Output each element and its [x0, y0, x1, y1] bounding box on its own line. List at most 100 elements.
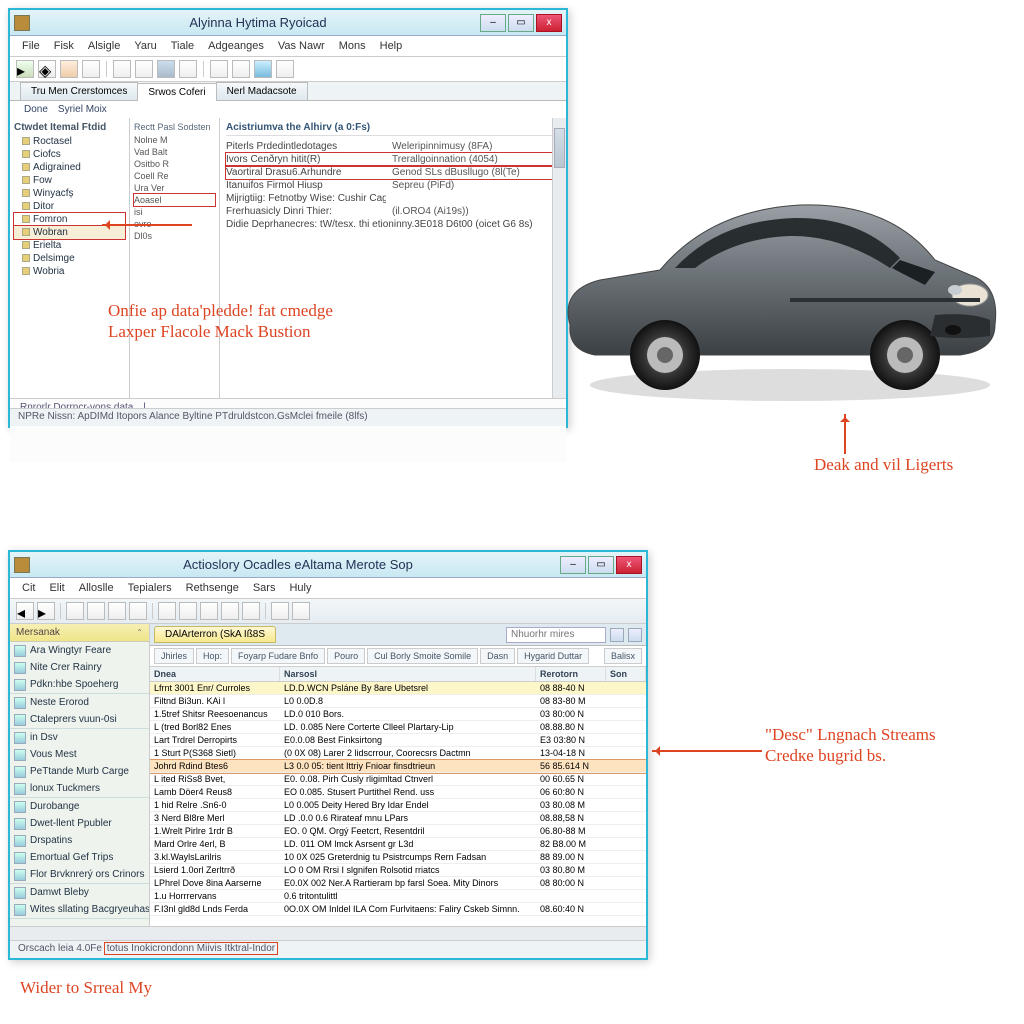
midcol-line-highlighted[interactable]: Aoasel: [134, 194, 215, 206]
sidepanel-group-header[interactable]: Mersanak⌃: [10, 624, 149, 642]
tool-icon-11[interactable]: [254, 60, 272, 78]
sidebar-item[interactable]: Durobange: [10, 798, 149, 815]
maximize-button[interactable]: ▭: [508, 14, 534, 32]
search-icon[interactable]: [610, 628, 624, 642]
sidebar-item[interactable]: Drspatins: [10, 832, 149, 849]
midcol-line[interactable]: Vad Balt: [134, 146, 215, 158]
tree-node[interactable]: Erielta: [14, 239, 125, 252]
midcol-line[interactable]: Nolne M: [134, 134, 215, 146]
menu-fisk[interactable]: Fisk: [48, 38, 80, 54]
filter-seg[interactable]: Hygarid Duttar: [517, 648, 589, 664]
sidebar-item[interactable]: PeTtande Murb Carge: [10, 763, 149, 780]
tab-madacsote[interactable]: Nerl Madacsote: [216, 82, 308, 100]
filter-seg[interactable]: Hop:: [196, 648, 229, 664]
sidebar-item[interactable]: Pdkn:hbe Spoeherg: [10, 676, 149, 693]
table-row[interactable]: Lart Trdrel DerropirtsE0.0.08 Best Finks…: [150, 734, 646, 747]
tool-icon[interactable]: [221, 602, 239, 620]
menu-tepialers[interactable]: Tepialers: [122, 580, 178, 596]
menu-alsigle[interactable]: Alsigle: [82, 38, 126, 54]
menu-alloslle[interactable]: Alloslle: [73, 580, 120, 596]
sidebar-item[interactable]: Flor Brvknrerý ors Crinors: [10, 866, 149, 883]
filter-seg[interactable]: Foyarp Fudare Bnfo: [231, 648, 325, 664]
tab-srwos-coferi[interactable]: Srwos Coferi: [137, 83, 216, 101]
tool-icon[interactable]: [200, 602, 218, 620]
midcol-line[interactable]: Coell Re: [134, 170, 215, 182]
midcol-line[interactable]: Ositbo R: [134, 158, 215, 170]
menu-elit[interactable]: Elit: [43, 580, 70, 596]
table-row[interactable]: Filtnd Bi3un. KAi lL0 0.0D.808 83-80 M: [150, 695, 646, 708]
tool-icon[interactable]: [87, 602, 105, 620]
tool-icon-8[interactable]: [179, 60, 197, 78]
nav-back-icon[interactable]: ◂: [16, 602, 34, 620]
tool-icon[interactable]: [129, 602, 147, 620]
midcol-line[interactable]: isi: [134, 206, 215, 218]
sidebar-item[interactable]: Wites sllating Bacgryeuhasy: [10, 901, 149, 918]
table-row[interactable]: Lamb Döer4 Reus8EO 0.085. Stusert Purtit…: [150, 786, 646, 799]
col-dnea[interactable]: Dnea: [150, 667, 280, 681]
table-row[interactable]: 1.Wrelt Pirlre 1rdr BEO. 0 QM. Orgý Feet…: [150, 825, 646, 838]
menu-sars[interactable]: Sars: [247, 580, 282, 596]
sidebar-item[interactable]: Emortual Gef Trips: [10, 849, 149, 866]
tree-node[interactable]: Roctasel: [14, 135, 125, 148]
sidebar-item[interactable]: Nite Crer Rainry: [10, 659, 149, 676]
tool-icon[interactable]: [179, 602, 197, 620]
tree-node[interactable]: Fow: [14, 174, 125, 187]
menu-vasnawr[interactable]: Vas Nawr: [272, 38, 331, 54]
sidebar-item[interactable]: Dwet-llent Ppubler: [10, 815, 149, 832]
table-row[interactable]: Lsierd 1.0orl ZerltrrðLO 0 OM Rrsi I slg…: [150, 864, 646, 877]
nav-back-icon[interactable]: ▸: [16, 60, 34, 78]
document-tab-active[interactable]: DAlArterron (SkA Iß8S: [154, 626, 276, 643]
tool-icon-10[interactable]: [232, 60, 250, 78]
tree-node[interactable]: Winyacfș: [14, 187, 125, 200]
tree-node[interactable]: Ditor: [14, 200, 125, 213]
sidebar-item[interactable]: Damwt Bleby: [10, 884, 149, 901]
maximize-button[interactable]: ▭: [588, 556, 614, 574]
tool-icon[interactable]: [292, 602, 310, 620]
filter-seg[interactable]: Jhirles: [154, 648, 194, 664]
close-button[interactable]: x: [616, 556, 642, 574]
tree-node[interactable]: Wobria: [14, 265, 125, 278]
nav-fwd-icon[interactable]: ▸: [37, 602, 55, 620]
menu-yaru[interactable]: Yaru: [128, 38, 162, 54]
table-row[interactable]: Johrd Rdind Btes6L3 0.0 05: tient Ittriy…: [150, 760, 646, 773]
menu-cit[interactable]: Cit: [16, 580, 41, 596]
filter-icon[interactable]: [628, 628, 642, 642]
tool-icon-4[interactable]: [82, 60, 100, 78]
table-row[interactable]: 1.u Horrrervans0.6 tritontulittl: [150, 890, 646, 903]
tool-icon-9[interactable]: [210, 60, 228, 78]
menu-tiale[interactable]: Tiale: [165, 38, 200, 54]
sidebar-item[interactable]: Ctaleprers vuun-0si: [10, 711, 149, 728]
table-row[interactable]: 1.5tref Shitsr ReesoenancusLD.0 010 Bors…: [150, 708, 646, 721]
table-row[interactable]: 3.kl.WaylsLarilris10 0X 025 Greterdnig t…: [150, 851, 646, 864]
tab-crerstomces[interactable]: Tru Men Crerstomces: [20, 82, 138, 100]
filter-seg[interactable]: Balisx: [604, 648, 642, 664]
tool-icon-12[interactable]: [276, 60, 294, 78]
table-row[interactable]: 3 Nerd Bl8re MerlLD .0.0 0.6 Rirateaf mn…: [150, 812, 646, 825]
tool-icon-3[interactable]: [60, 60, 78, 78]
midcol-line[interactable]: Ura Ver: [134, 182, 215, 194]
table-row[interactable]: 1 Sturt P(S368 Sietl)(0 0X 08) Larer 2 l…: [150, 747, 646, 760]
menu-mons[interactable]: Mons: [333, 38, 372, 54]
menu-huly[interactable]: Huly: [283, 580, 317, 596]
menu-rethsenge[interactable]: Rethsenge: [180, 580, 245, 596]
sidebar-item[interactable]: in Dsv: [10, 729, 149, 746]
menu-help[interactable]: Help: [374, 38, 409, 54]
filter-seg[interactable]: Cul Borly Smoite Somile: [367, 648, 478, 664]
sidebar-item[interactable]: lonux Tuckmers: [10, 780, 149, 797]
print-icon[interactable]: [157, 60, 175, 78]
table-row[interactable]: F.I3nl gld8d Lnds Ferda0O.0X OM Inldel I…: [150, 903, 646, 916]
tool-icon[interactable]: [158, 602, 176, 620]
menu-file[interactable]: File: [16, 38, 46, 54]
nav-fwd-icon[interactable]: ◈: [38, 60, 56, 78]
titlebar[interactable]: Actioslory Ocadles eAltama Merote Sop – …: [10, 552, 646, 578]
tool-icon[interactable]: [242, 602, 260, 620]
titlebar[interactable]: Alyinna Hytima Ryoicad – ▭ x: [10, 10, 566, 36]
tree-node[interactable]: Adigrained: [14, 161, 125, 174]
minimize-button[interactable]: –: [560, 556, 586, 574]
sidebar-item[interactable]: Vous Mest: [10, 746, 149, 763]
filter-seg[interactable]: Dasn: [480, 648, 515, 664]
tool-icon[interactable]: [66, 602, 84, 620]
table-row[interactable]: Mard Orlre 4erl, BLD. 011 OM lmck Asrsen…: [150, 838, 646, 851]
search-input[interactable]: [506, 627, 606, 643]
tool-icon-5[interactable]: [113, 60, 131, 78]
